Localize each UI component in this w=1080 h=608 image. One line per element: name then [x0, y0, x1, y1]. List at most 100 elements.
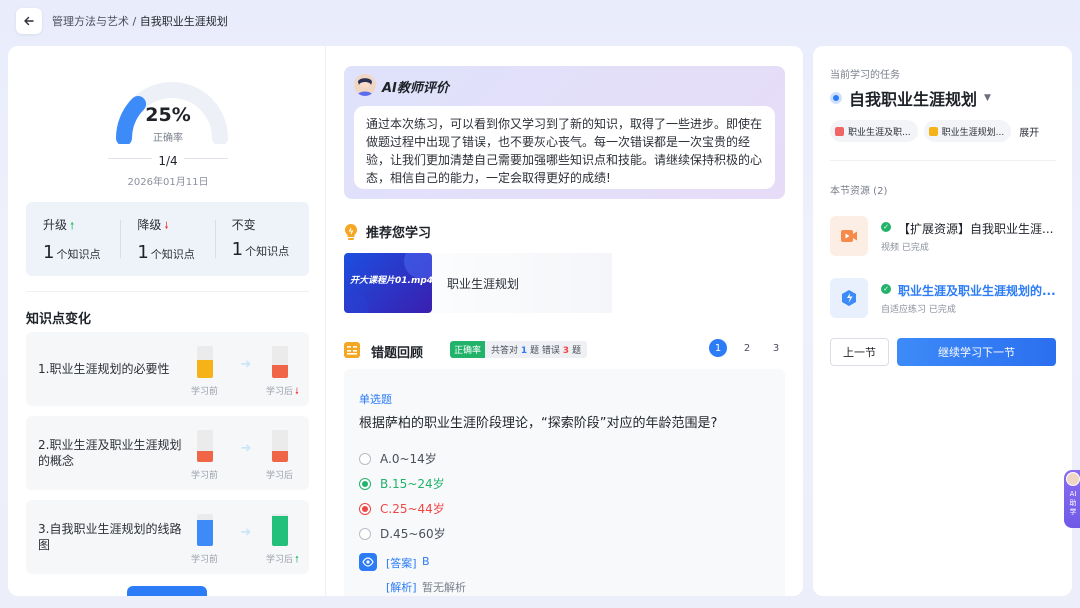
- trend-down-icon: 🠗: [295, 387, 299, 397]
- review-list-icon: [344, 342, 360, 358]
- level-stats: 升级 🠕 1 个知识点 降级 🠗 1 个知识点 不变 1 个知识点: [26, 202, 309, 276]
- breadcrumb-current: 自我职业生涯规划: [139, 15, 228, 28]
- page-2-button[interactable]: 2: [738, 339, 756, 357]
- practice-icon: [830, 278, 868, 318]
- arrow-right-icon: ➜: [240, 357, 252, 372]
- stat-unchanged-unit: 个知识点: [245, 245, 290, 258]
- caret-down-icon: ▼: [984, 93, 991, 103]
- view-more-button[interactable]: [127, 586, 207, 596]
- video-thumbnail[interactable]: 开大课程片01.mp4: [344, 253, 432, 313]
- option-a: A.0~14岁: [359, 450, 437, 467]
- resource-item-practice[interactable]: ✓ 职业生涯及职业生涯规划的... 自适应练习 已完成: [830, 278, 1060, 320]
- breadcrumb-parent[interactable]: 管理方法与艺术 /: [52, 15, 136, 28]
- recommend-item[interactable]: 开大课程片01.mp4 职业生涯规划: [344, 253, 612, 313]
- current-task-caption: 当前学习的任务: [830, 70, 900, 81]
- option-a-text: A.0~14岁: [380, 452, 437, 466]
- cube-icon: [835, 126, 844, 136]
- question-card: 单选题 根据萨柏的职业生涯阶段理论，“探索阶段”对应的年龄范围是? A.0~14…: [344, 369, 785, 596]
- resource-video-meta: 视频 已完成: [881, 243, 929, 253]
- question-pager: 1 2 3: [698, 339, 785, 357]
- answer-value: B: [422, 555, 430, 568]
- page-3-button[interactable]: 3: [767, 339, 785, 357]
- task-panel: 当前学习的任务 自我职业生涯规划 ▼ 职业生涯及职... 职业生涯规划... 展…: [813, 46, 1072, 596]
- recommend-name[interactable]: 职业生涯规划: [447, 275, 519, 292]
- stat-upgrade-value: 1 个知识点: [43, 242, 120, 263]
- after-caption: 学习后: [266, 468, 293, 481]
- stat-downgrade-text: 降级: [137, 218, 162, 232]
- expand-tags-button[interactable]: 展开: [1017, 120, 1039, 142]
- knowledge-change-title: 知识点变化: [26, 312, 92, 327]
- resource-video-name: 【扩展资源】自我职业生涯...: [898, 222, 1054, 236]
- resource-item-video[interactable]: ✓ 【扩展资源】自我职业生涯... 视频 已完成: [830, 216, 1060, 258]
- badge-post: 题: [571, 346, 581, 356]
- before-level-bar: [197, 430, 213, 462]
- accuracy-badge-label: 正确率: [450, 341, 486, 358]
- knowledge-item-3: 3.自我职业生涯规划的线路图 ➜ 学习前 学习后 🠕: [26, 500, 309, 574]
- before-level-bar-fill: [197, 450, 213, 462]
- lightbulb-icon: [344, 223, 358, 240]
- accuracy-badge-detail: 共答对 1 题 错误 3 题: [485, 341, 587, 358]
- after-level-bar: [272, 346, 288, 378]
- stat-upgrade-label: 升级 🠕: [43, 216, 120, 236]
- video-thumbnail-text: 开大课程片01.mp4: [350, 276, 432, 286]
- check-icon: ✓: [881, 222, 891, 232]
- task-tag-1[interactable]: 职业生涯及职...: [830, 120, 918, 142]
- accuracy-badge: 正确率 共答对 1 题 错误 3 题: [450, 341, 587, 358]
- knowledge-item-2: 2.职业生涯及职业生涯规划的概念 ➜ 学习前 学习后: [26, 416, 309, 490]
- top-bar: 管理方法与艺术 / 自我职业生涯规划: [0, 0, 1080, 44]
- before-level-bar: [197, 514, 213, 546]
- after-caption-text: 学习后: [266, 387, 294, 397]
- stat-unchanged-label: 不变: [232, 216, 309, 233]
- badge-wrong-count: 3: [562, 346, 570, 356]
- stat-downgrade-number: 1: [137, 242, 149, 263]
- analysis-value: 暂无解析: [422, 581, 466, 594]
- ai-review-title: AI教师评价: [382, 81, 449, 96]
- before-level-bar-fill: [197, 360, 213, 378]
- arrow-left-icon: [24, 16, 34, 26]
- arrow-right-icon: ➜: [240, 525, 252, 540]
- after-level-bar-fill: [272, 365, 288, 378]
- resources-title: 本节资源 (2): [830, 186, 888, 197]
- before-level-bar-fill: [197, 520, 213, 546]
- resource-practice-name: 职业生涯及职业生涯规划的...: [898, 284, 1056, 298]
- option-d: D.45~60岁: [359, 525, 446, 542]
- ai-review-text: 通过本次练习，可以看到你又学习到了新的知识，取得了一些进步。即使在做题过程中出现…: [354, 106, 775, 189]
- video-icon: [830, 216, 868, 256]
- option-d-text: D.45~60岁: [380, 527, 446, 541]
- ai-teacher-review: AI教师评价 通过本次练习，可以看到你又学习到了新的知识，取得了一些进步。即使在…: [344, 66, 785, 199]
- stat-downgrade-value: 1 个知识点: [137, 242, 214, 263]
- recommend-title: 推荐您学习: [366, 226, 432, 241]
- stat-unchanged: 不变 1 个知识点: [214, 202, 309, 276]
- stat-upgrade-text: 升级: [43, 218, 68, 232]
- eye-icon[interactable]: [359, 553, 377, 571]
- analysis-label: [解析]: [386, 581, 417, 594]
- badge-mid: 题 错误: [530, 346, 560, 356]
- after-level-bar-fill: [272, 515, 288, 546]
- before-caption: 学习前: [191, 471, 219, 481]
- option-c: C.25~44岁: [359, 500, 445, 517]
- accuracy-percent: 25%: [145, 104, 191, 126]
- before-caption: 学习前: [191, 387, 219, 397]
- next-section-button[interactable]: 继续学习下一节: [897, 338, 1056, 366]
- ai-teacher-avatar: [354, 74, 376, 96]
- recommend-header: 推荐您学习: [344, 222, 431, 241]
- knowledge-item-name: 3.自我职业生涯规划的线路图: [38, 522, 182, 552]
- before-level-bar: [197, 346, 213, 378]
- option-c-text: C.25~44岁: [380, 502, 445, 516]
- question-type: 单选题: [359, 393, 392, 406]
- after-level-bar: [272, 514, 288, 546]
- back-button[interactable]: [16, 8, 42, 34]
- task-tag-2[interactable]: 职业生涯规划...: [923, 120, 1012, 142]
- ai-assistant-button[interactable]: AI助学: [1064, 470, 1080, 528]
- detail-column: AI教师评价 通过本次练习，可以看到你又学习到了新的知识，取得了一些进步。即使在…: [326, 46, 803, 596]
- option-b-text: B.15~24岁: [380, 477, 445, 491]
- task-selector[interactable]: 自我职业生涯规划 ▼: [830, 86, 991, 110]
- after-level-bar: [272, 430, 288, 462]
- radio-icon: [359, 527, 371, 540]
- answer-label: [答案]: [386, 557, 417, 570]
- task-divider: [830, 160, 1056, 161]
- previous-section-button[interactable]: 上一节: [830, 338, 889, 366]
- result-panel: 25% 正确率 1/4 2026年01月11日 升级 🠕 1 个知识点 降级 🠗 1个…: [8, 46, 803, 596]
- page-1-button[interactable]: 1: [709, 339, 727, 357]
- arrow-up-icon: 🠕: [70, 221, 75, 232]
